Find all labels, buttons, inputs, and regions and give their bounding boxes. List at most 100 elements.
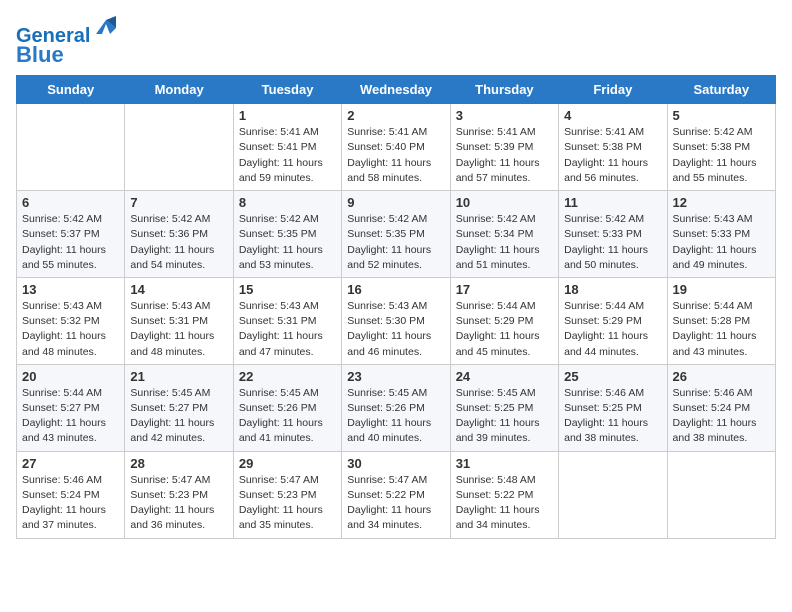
day-number: 1 <box>239 108 336 123</box>
day-number: 17 <box>456 282 553 297</box>
day-number: 18 <box>564 282 661 297</box>
cell-info: Sunrise: 5:44 AMSunset: 5:27 PMDaylight:… <box>22 386 119 447</box>
header: General Blue <box>16 10 776 67</box>
cell-info: Sunrise: 5:46 AMSunset: 5:24 PMDaylight:… <box>673 386 770 447</box>
day-number: 13 <box>22 282 119 297</box>
cell-info: Sunrise: 5:48 AMSunset: 5:22 PMDaylight:… <box>456 473 553 534</box>
col-header-monday: Monday <box>125 76 233 104</box>
week-row-1: 1Sunrise: 5:41 AMSunset: 5:41 PMDaylight… <box>17 104 776 191</box>
week-row-2: 6 Sunrise: 5:42 AMSunset: 5:37 PMDaylight… <box>17 191 776 278</box>
calendar-cell: 19 Sunrise: 5:44 AMSunset: 5:28 PMDayligh… <box>667 277 775 364</box>
day-number: 16 <box>347 282 444 297</box>
calendar-cell: 15Sunrise: 5:43 AMSunset: 5:31 PMDayligh… <box>233 277 341 364</box>
cell-info: Sunrise: 5:45 AMSunset: 5:25 PMDaylight:… <box>456 386 553 447</box>
col-header-friday: Friday <box>559 76 667 104</box>
calendar-cell: 8 Sunrise: 5:42 AMSunset: 5:35 PMDaylight… <box>233 191 341 278</box>
cell-info: Sunrise: 5:41 AMSunset: 5:39 PMDaylight:… <box>456 125 553 186</box>
calendar-cell: 24 Sunrise: 5:45 AMSunset: 5:25 PMDayligh… <box>450 364 558 451</box>
cell-info: Sunrise: 5:44 AMSunset: 5:28 PMDaylight:… <box>673 299 770 360</box>
calendar-cell: 17 Sunrise: 5:44 AMSunset: 5:29 PMDayligh… <box>450 277 558 364</box>
cell-info: Sunrise: 5:42 AMSunset: 5:35 PMDaylight:… <box>347 212 444 273</box>
col-header-saturday: Saturday <box>667 76 775 104</box>
cell-info: Sunrise: 5:42 AMSunset: 5:36 PMDaylight:… <box>130 212 227 273</box>
calendar-table: SundayMondayTuesdayWednesdayThursdayFrid… <box>16 75 776 538</box>
cell-info: Sunrise: 5:42 AMSunset: 5:37 PMDaylight:… <box>22 212 119 273</box>
logo: General Blue <box>16 14 120 67</box>
day-number: 31 <box>456 456 553 471</box>
day-number: 9 <box>347 195 444 210</box>
day-number: 28 <box>130 456 227 471</box>
cell-info: Sunrise: 5:47 AMSunset: 5:23 PMDaylight:… <box>239 473 336 534</box>
day-number: 6 <box>22 195 119 210</box>
col-header-sunday: Sunday <box>17 76 125 104</box>
cell-info: Sunrise: 5:42 AMSunset: 5:35 PMDaylight:… <box>239 212 336 273</box>
day-number: 15 <box>239 282 336 297</box>
day-number: 24 <box>456 369 553 384</box>
calendar-cell: 5 Sunrise: 5:42 AMSunset: 5:38 PMDaylight… <box>667 104 775 191</box>
calendar-cell: 27Sunrise: 5:46 AMSunset: 5:24 PMDayligh… <box>17 451 125 538</box>
calendar-cell: 6 Sunrise: 5:42 AMSunset: 5:37 PMDaylight… <box>17 191 125 278</box>
calendar-cell: 2Sunrise: 5:41 AMSunset: 5:40 PMDaylight… <box>342 104 450 191</box>
day-number: 4 <box>564 108 661 123</box>
day-number: 11 <box>564 195 661 210</box>
day-number: 30 <box>347 456 444 471</box>
cell-info: Sunrise: 5:44 AMSunset: 5:29 PMDaylight:… <box>564 299 661 360</box>
calendar-header-row: SundayMondayTuesdayWednesdayThursdayFrid… <box>17 76 776 104</box>
cell-info: Sunrise: 5:42 AMSunset: 5:33 PMDaylight:… <box>564 212 661 273</box>
cell-info: Sunrise: 5:43 AMSunset: 5:31 PMDaylight:… <box>130 299 227 360</box>
cell-info: Sunrise: 5:42 AMSunset: 5:34 PMDaylight:… <box>456 212 553 273</box>
cell-info: Sunrise: 5:43 AMSunset: 5:30 PMDaylight:… <box>347 299 444 360</box>
cell-info: Sunrise: 5:41 AMSunset: 5:40 PMDaylight:… <box>347 125 444 186</box>
calendar-cell: 20 Sunrise: 5:44 AMSunset: 5:27 PMDayligh… <box>17 364 125 451</box>
page: General Blue SundayMondayTuesdayWednesda… <box>0 0 792 612</box>
calendar-cell <box>17 104 125 191</box>
calendar-cell: 10 Sunrise: 5:42 AMSunset: 5:34 PMDayligh… <box>450 191 558 278</box>
week-row-5: 27Sunrise: 5:46 AMSunset: 5:24 PMDayligh… <box>17 451 776 538</box>
day-number: 29 <box>239 456 336 471</box>
day-number: 23 <box>347 369 444 384</box>
cell-info: Sunrise: 5:45 AMSunset: 5:26 PMDaylight:… <box>239 386 336 447</box>
calendar-cell: 9 Sunrise: 5:42 AMSunset: 5:35 PMDaylight… <box>342 191 450 278</box>
cell-info: Sunrise: 5:47 AMSunset: 5:23 PMDaylight:… <box>130 473 227 534</box>
cell-info: Sunrise: 5:42 AMSunset: 5:38 PMDaylight:… <box>673 125 770 186</box>
day-number: 14 <box>130 282 227 297</box>
calendar-cell <box>559 451 667 538</box>
col-header-wednesday: Wednesday <box>342 76 450 104</box>
calendar-cell: 18 Sunrise: 5:44 AMSunset: 5:29 PMDayligh… <box>559 277 667 364</box>
cell-info: Sunrise: 5:43 AMSunset: 5:32 PMDaylight:… <box>22 299 119 360</box>
calendar-cell: 12Sunrise: 5:43 AMSunset: 5:33 PMDayligh… <box>667 191 775 278</box>
col-header-tuesday: Tuesday <box>233 76 341 104</box>
calendar-cell: 21Sunrise: 5:45 AMSunset: 5:27 PMDayligh… <box>125 364 233 451</box>
calendar-cell: 23Sunrise: 5:45 AMSunset: 5:26 PMDayligh… <box>342 364 450 451</box>
day-number: 26 <box>673 369 770 384</box>
calendar-cell: 13 Sunrise: 5:43 AMSunset: 5:32 PMDayligh… <box>17 277 125 364</box>
calendar-cell: 16 Sunrise: 5:43 AMSunset: 5:30 PMDayligh… <box>342 277 450 364</box>
calendar-cell: 11 Sunrise: 5:42 AMSunset: 5:33 PMDayligh… <box>559 191 667 278</box>
cell-info: Sunrise: 5:43 AMSunset: 5:33 PMDaylight:… <box>673 212 770 273</box>
calendar-cell: 3Sunrise: 5:41 AMSunset: 5:39 PMDaylight… <box>450 104 558 191</box>
logo-bird-icon <box>92 14 120 42</box>
day-number: 8 <box>239 195 336 210</box>
calendar-cell: 28 Sunrise: 5:47 AMSunset: 5:23 PMDayligh… <box>125 451 233 538</box>
day-number: 19 <box>673 282 770 297</box>
calendar-cell: 22 Sunrise: 5:45 AMSunset: 5:26 PMDayligh… <box>233 364 341 451</box>
day-number: 22 <box>239 369 336 384</box>
day-number: 10 <box>456 195 553 210</box>
day-number: 27 <box>22 456 119 471</box>
calendar-cell: 30 Sunrise: 5:47 AMSunset: 5:22 PMDayligh… <box>342 451 450 538</box>
cell-info: Sunrise: 5:45 AMSunset: 5:27 PMDaylight:… <box>130 386 227 447</box>
calendar-cell: 4Sunrise: 5:41 AMSunset: 5:38 PMDaylight… <box>559 104 667 191</box>
calendar-cell: 25Sunrise: 5:46 AMSunset: 5:25 PMDayligh… <box>559 364 667 451</box>
cell-info: Sunrise: 5:46 AMSunset: 5:25 PMDaylight:… <box>564 386 661 447</box>
day-number: 7 <box>130 195 227 210</box>
calendar-cell: 31 Sunrise: 5:48 AMSunset: 5:22 PMDayligh… <box>450 451 558 538</box>
day-number: 5 <box>673 108 770 123</box>
cell-info: Sunrise: 5:44 AMSunset: 5:29 PMDaylight:… <box>456 299 553 360</box>
col-header-thursday: Thursday <box>450 76 558 104</box>
cell-info: Sunrise: 5:47 AMSunset: 5:22 PMDaylight:… <box>347 473 444 534</box>
calendar-cell: 1Sunrise: 5:41 AMSunset: 5:41 PMDaylight… <box>233 104 341 191</box>
day-number: 20 <box>22 369 119 384</box>
calendar-cell <box>125 104 233 191</box>
calendar-cell: 7 Sunrise: 5:42 AMSunset: 5:36 PMDaylight… <box>125 191 233 278</box>
week-row-3: 13 Sunrise: 5:43 AMSunset: 5:32 PMDayligh… <box>17 277 776 364</box>
